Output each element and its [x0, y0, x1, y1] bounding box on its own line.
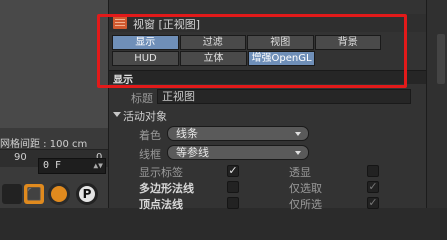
frame-value: 0 F	[43, 160, 62, 171]
playback-toolbar: ⬛ P	[0, 180, 108, 208]
title-label: 标题	[131, 92, 153, 105]
only-selected2-label: 仅所选	[289, 198, 322, 211]
title-row: 标题 正视图	[109, 89, 427, 105]
vertex-normals-row: 顶点法线 仅所选 ✓	[109, 196, 427, 212]
keyframe-icon[interactable]: ⬛	[24, 184, 44, 204]
shading-row: 着色 线条	[109, 126, 427, 142]
frame-input[interactable]: 0 F ▲▼	[38, 158, 106, 174]
show-tags-checkbox[interactable]: ✓	[227, 165, 239, 177]
wireframe-value: 等参线	[176, 146, 209, 159]
chevron-down-icon	[295, 151, 301, 155]
wireframe-row: 线框 等参线	[109, 145, 427, 161]
ruler-tick-90: 90	[14, 152, 27, 163]
transparency-checkbox[interactable]	[367, 165, 379, 177]
wireframe-label: 线框	[139, 148, 161, 161]
transparency-label: 透显	[289, 166, 311, 179]
show-tags-row: 显示标签 ✓ 透显	[109, 164, 427, 180]
chevron-down-icon	[295, 132, 301, 136]
frame-spin-icon[interactable]: ▲▼	[93, 159, 103, 173]
poly-normals-label: 多边形法线	[139, 182, 194, 195]
show-tags-label: 显示标签	[139, 166, 183, 179]
viewport-area: 网格间距 : 100 cm 90 0 0 F ▲▼ ⬛ P	[0, 0, 108, 208]
highlight-box	[97, 14, 407, 88]
viewport-canvas[interactable]	[0, 0, 108, 128]
only-selected-label: 仅选取	[289, 182, 322, 195]
group-title: 活动对象	[123, 110, 167, 123]
wireframe-dropdown[interactable]: 等参线	[167, 145, 309, 160]
vertex-normals-checkbox[interactable]	[227, 197, 239, 209]
scrollbar-thumb[interactable]	[437, 34, 445, 84]
collapse-triangle-icon[interactable]	[113, 112, 121, 117]
stop-icon[interactable]	[2, 184, 22, 204]
shading-value: 线条	[176, 127, 198, 140]
only-selected2-checkbox[interactable]: ✓	[367, 197, 379, 209]
right-scrollbar[interactable]	[426, 0, 447, 208]
shading-dropdown[interactable]: 线条	[167, 126, 309, 141]
poly-normals-row: 多边形法线 仅选取 ✓	[109, 180, 427, 196]
play-icon[interactable]: P	[76, 183, 98, 205]
grid-spacing-label: 网格间距 : 100 cm	[0, 139, 88, 150]
only-selected-checkbox[interactable]: ✓	[367, 181, 379, 193]
poly-normals-checkbox[interactable]	[227, 181, 239, 193]
shading-label: 着色	[139, 129, 161, 142]
record-icon[interactable]	[48, 183, 70, 205]
vertex-normals-label: 顶点法线	[139, 198, 183, 211]
title-field[interactable]: 正视图	[157, 89, 411, 104]
active-object-group[interactable]: 活动对象	[109, 108, 427, 123]
